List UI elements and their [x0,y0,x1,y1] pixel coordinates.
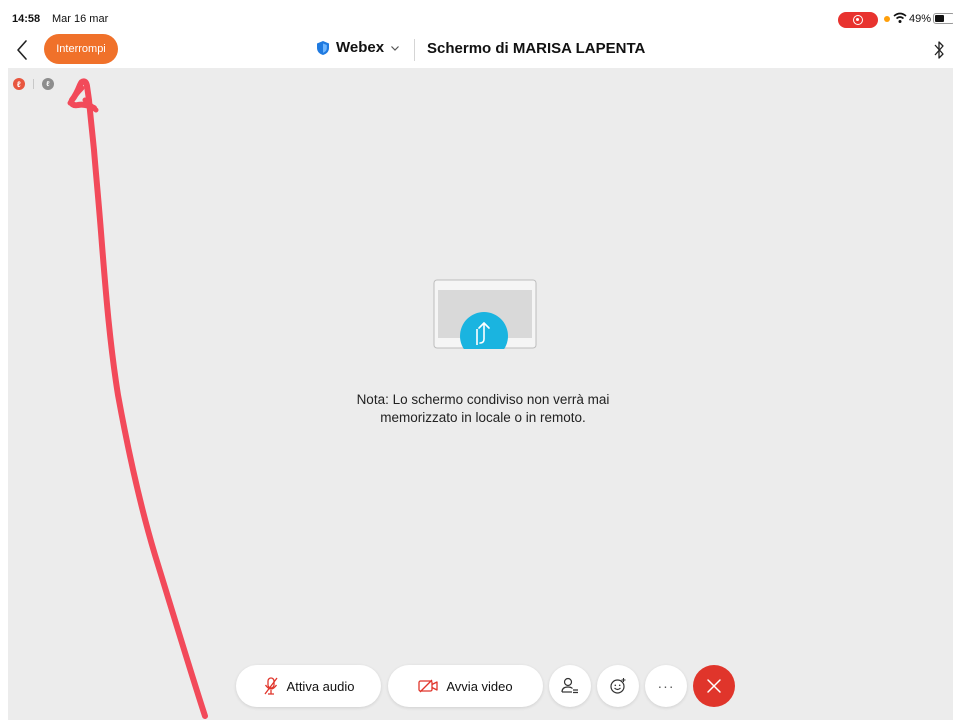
share-screen-icon [433,279,537,349]
privacy-note-line2: memorizzato in locale o in remoto. [380,410,586,425]
back-chevron-icon[interactable] [14,38,30,62]
wifi-icon [893,12,907,23]
page-title: Schermo di MARISA LAPENTA [427,40,646,57]
participants-icon [561,677,578,694]
status-time: 14:58 [12,13,41,25]
chevron-down-icon [391,45,400,51]
start-video-button[interactable]: Avvia video [388,665,543,707]
reactions-button[interactable] [597,665,639,707]
annotation-pen-icon[interactable]: ℓ [13,78,25,90]
annotation-tool-icon[interactable]: ℓ [42,78,54,90]
shield-icon [317,40,329,55]
indicator-divider [33,79,34,89]
more-options-button[interactable]: ··· [645,665,687,707]
annotation-indicators: ℓ ℓ [13,78,54,90]
header-divider [414,39,415,61]
more-icon: ··· [657,678,675,694]
meeting-header: Interrompi Webex Schermo di MARISA LAPEN… [0,32,953,68]
bluetooth-icon[interactable] [932,39,946,61]
video-off-icon [418,679,439,693]
privacy-note-line1: Nota: Lo schermo condiviso non verrà mai [356,392,610,407]
battery-icon [933,13,953,24]
battery-level [935,15,944,22]
close-icon [707,679,721,693]
webex-label: Webex [336,39,385,56]
status-date: Mar 16 mar [52,13,109,25]
participants-button[interactable] [549,665,591,707]
unmute-audio-button[interactable]: Attiva audio [236,665,381,707]
unmute-audio-label: Attiva audio [286,678,355,694]
status-bar: 14:58 Mar 16 mar 49% [0,0,953,32]
record-icon [853,15,863,25]
screen-recording-indicator[interactable] [838,12,878,28]
privacy-note: Nota: Lo schermo condiviso non verrà mai… [243,391,723,427]
webex-menu[interactable]: Webex [316,39,401,56]
mic-muted-icon [264,677,278,695]
leave-meeting-button[interactable] [693,665,735,707]
reaction-icon [610,678,626,694]
start-video-label: Avvia video [446,678,513,694]
shared-screen-area: ℓ ℓ Nota: Lo schermo condiviso non verrà… [8,68,953,720]
battery-percent: 49% [909,13,932,25]
stop-sharing-button[interactable]: Interrompi [44,34,118,64]
mic-in-use-dot [884,16,890,22]
